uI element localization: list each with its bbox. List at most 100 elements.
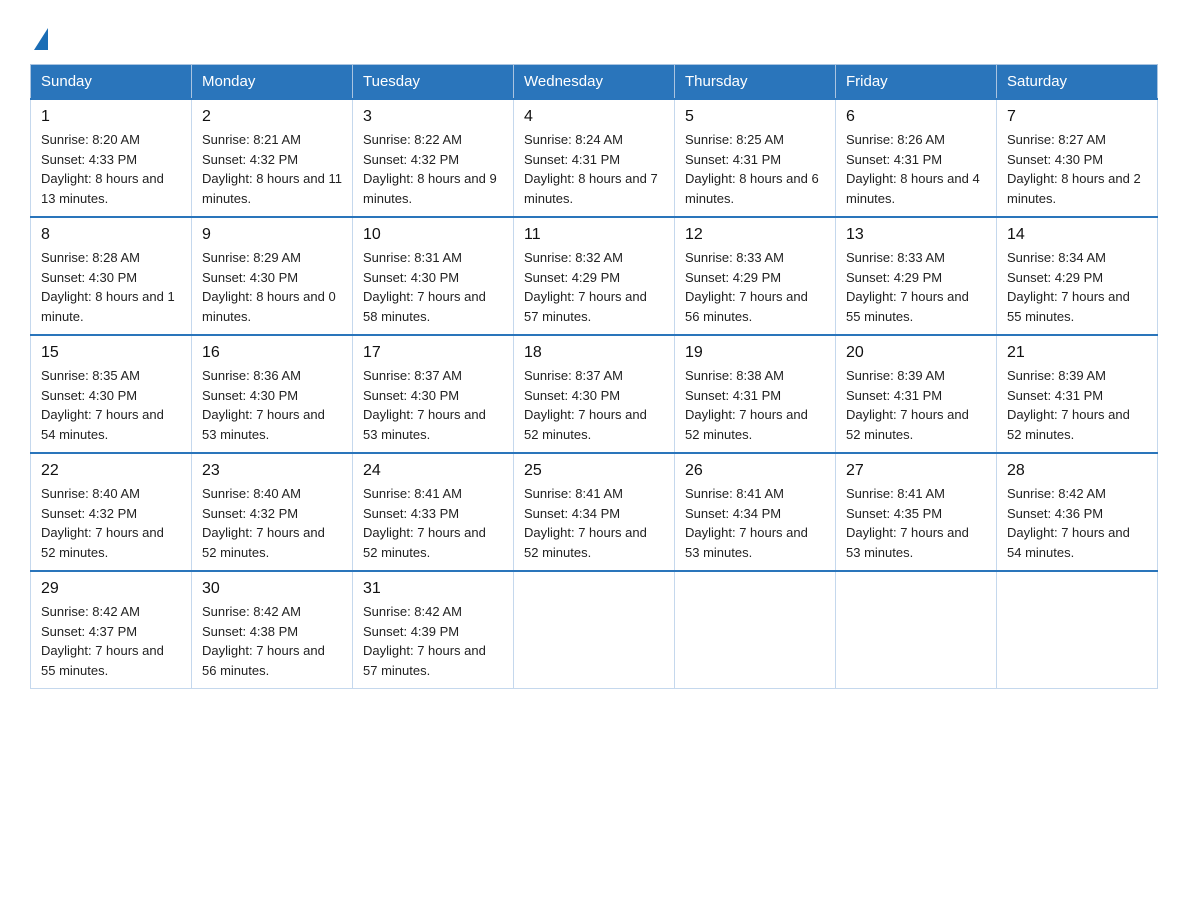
- logo: [30, 28, 48, 50]
- calendar-cell: 28 Sunrise: 8:42 AM Sunset: 4:36 PM Dayl…: [997, 453, 1158, 571]
- day-info: Sunrise: 8:21 AM Sunset: 4:32 PM Dayligh…: [202, 130, 342, 208]
- day-info: Sunrise: 8:31 AM Sunset: 4:30 PM Dayligh…: [363, 248, 503, 326]
- day-number: 31: [363, 580, 503, 598]
- day-info: Sunrise: 8:20 AM Sunset: 4:33 PM Dayligh…: [41, 130, 181, 208]
- day-number: 3: [363, 108, 503, 126]
- calendar-cell: 18 Sunrise: 8:37 AM Sunset: 4:30 PM Dayl…: [514, 335, 675, 453]
- day-info: Sunrise: 8:24 AM Sunset: 4:31 PM Dayligh…: [524, 130, 664, 208]
- day-number: 28: [1007, 462, 1147, 480]
- calendar-cell: [514, 571, 675, 689]
- day-number: 25: [524, 462, 664, 480]
- day-number: 21: [1007, 344, 1147, 362]
- day-info: Sunrise: 8:26 AM Sunset: 4:31 PM Dayligh…: [846, 130, 986, 208]
- weekday-header-row: SundayMondayTuesdayWednesdayThursdayFrid…: [31, 65, 1158, 100]
- week-row-3: 15 Sunrise: 8:35 AM Sunset: 4:30 PM Dayl…: [31, 335, 1158, 453]
- day-number: 24: [363, 462, 503, 480]
- day-info: Sunrise: 8:38 AM Sunset: 4:31 PM Dayligh…: [685, 366, 825, 444]
- calendar-cell: 13 Sunrise: 8:33 AM Sunset: 4:29 PM Dayl…: [836, 217, 997, 335]
- calendar-cell: 15 Sunrise: 8:35 AM Sunset: 4:30 PM Dayl…: [31, 335, 192, 453]
- calendar-cell: [997, 571, 1158, 689]
- day-info: Sunrise: 8:42 AM Sunset: 4:37 PM Dayligh…: [41, 602, 181, 680]
- day-number: 26: [685, 462, 825, 480]
- day-info: Sunrise: 8:37 AM Sunset: 4:30 PM Dayligh…: [524, 366, 664, 444]
- calendar-cell: [836, 571, 997, 689]
- weekday-header-thursday: Thursday: [675, 65, 836, 100]
- logo-triangle-icon: [34, 28, 48, 50]
- calendar-cell: 27 Sunrise: 8:41 AM Sunset: 4:35 PM Dayl…: [836, 453, 997, 571]
- calendar-cell: 10 Sunrise: 8:31 AM Sunset: 4:30 PM Dayl…: [353, 217, 514, 335]
- calendar-cell: 3 Sunrise: 8:22 AM Sunset: 4:32 PM Dayli…: [353, 99, 514, 217]
- calendar-cell: 4 Sunrise: 8:24 AM Sunset: 4:31 PM Dayli…: [514, 99, 675, 217]
- weekday-header-monday: Monday: [192, 65, 353, 100]
- day-number: 18: [524, 344, 664, 362]
- day-number: 12: [685, 226, 825, 244]
- calendar-cell: 31 Sunrise: 8:42 AM Sunset: 4:39 PM Dayl…: [353, 571, 514, 689]
- day-info: Sunrise: 8:25 AM Sunset: 4:31 PM Dayligh…: [685, 130, 825, 208]
- day-info: Sunrise: 8:42 AM Sunset: 4:36 PM Dayligh…: [1007, 484, 1147, 562]
- week-row-4: 22 Sunrise: 8:40 AM Sunset: 4:32 PM Dayl…: [31, 453, 1158, 571]
- day-number: 14: [1007, 226, 1147, 244]
- day-info: Sunrise: 8:34 AM Sunset: 4:29 PM Dayligh…: [1007, 248, 1147, 326]
- calendar-cell: 8 Sunrise: 8:28 AM Sunset: 4:30 PM Dayli…: [31, 217, 192, 335]
- day-number: 5: [685, 108, 825, 126]
- day-info: Sunrise: 8:42 AM Sunset: 4:39 PM Dayligh…: [363, 602, 503, 680]
- day-number: 8: [41, 226, 181, 244]
- day-number: 15: [41, 344, 181, 362]
- logo-blue-text: [30, 28, 48, 50]
- calendar-cell: 26 Sunrise: 8:41 AM Sunset: 4:34 PM Dayl…: [675, 453, 836, 571]
- day-number: 4: [524, 108, 664, 126]
- day-number: 6: [846, 108, 986, 126]
- calendar-cell: 24 Sunrise: 8:41 AM Sunset: 4:33 PM Dayl…: [353, 453, 514, 571]
- calendar-cell: 12 Sunrise: 8:33 AM Sunset: 4:29 PM Dayl…: [675, 217, 836, 335]
- weekday-header-friday: Friday: [836, 65, 997, 100]
- day-info: Sunrise: 8:37 AM Sunset: 4:30 PM Dayligh…: [363, 366, 503, 444]
- day-info: Sunrise: 8:28 AM Sunset: 4:30 PM Dayligh…: [41, 248, 181, 326]
- day-number: 23: [202, 462, 342, 480]
- day-number: 20: [846, 344, 986, 362]
- weekday-header-wednesday: Wednesday: [514, 65, 675, 100]
- week-row-2: 8 Sunrise: 8:28 AM Sunset: 4:30 PM Dayli…: [31, 217, 1158, 335]
- day-info: Sunrise: 8:41 AM Sunset: 4:34 PM Dayligh…: [524, 484, 664, 562]
- day-info: Sunrise: 8:22 AM Sunset: 4:32 PM Dayligh…: [363, 130, 503, 208]
- calendar-cell: 6 Sunrise: 8:26 AM Sunset: 4:31 PM Dayli…: [836, 99, 997, 217]
- day-info: Sunrise: 8:39 AM Sunset: 4:31 PM Dayligh…: [846, 366, 986, 444]
- day-info: Sunrise: 8:33 AM Sunset: 4:29 PM Dayligh…: [846, 248, 986, 326]
- calendar-cell: 11 Sunrise: 8:32 AM Sunset: 4:29 PM Dayl…: [514, 217, 675, 335]
- day-info: Sunrise: 8:40 AM Sunset: 4:32 PM Dayligh…: [41, 484, 181, 562]
- calendar-cell: [675, 571, 836, 689]
- calendar-cell: 22 Sunrise: 8:40 AM Sunset: 4:32 PM Dayl…: [31, 453, 192, 571]
- day-info: Sunrise: 8:41 AM Sunset: 4:34 PM Dayligh…: [685, 484, 825, 562]
- day-info: Sunrise: 8:40 AM Sunset: 4:32 PM Dayligh…: [202, 484, 342, 562]
- day-number: 7: [1007, 108, 1147, 126]
- calendar-cell: 16 Sunrise: 8:36 AM Sunset: 4:30 PM Dayl…: [192, 335, 353, 453]
- weekday-header-tuesday: Tuesday: [353, 65, 514, 100]
- calendar-cell: 29 Sunrise: 8:42 AM Sunset: 4:37 PM Dayl…: [31, 571, 192, 689]
- calendar-cell: 7 Sunrise: 8:27 AM Sunset: 4:30 PM Dayli…: [997, 99, 1158, 217]
- day-info: Sunrise: 8:27 AM Sunset: 4:30 PM Dayligh…: [1007, 130, 1147, 208]
- weekday-header-sunday: Sunday: [31, 65, 192, 100]
- calendar-cell: 9 Sunrise: 8:29 AM Sunset: 4:30 PM Dayli…: [192, 217, 353, 335]
- day-number: 30: [202, 580, 342, 598]
- day-info: Sunrise: 8:33 AM Sunset: 4:29 PM Dayligh…: [685, 248, 825, 326]
- day-info: Sunrise: 8:42 AM Sunset: 4:38 PM Dayligh…: [202, 602, 342, 680]
- calendar-cell: 19 Sunrise: 8:38 AM Sunset: 4:31 PM Dayl…: [675, 335, 836, 453]
- calendar-cell: 30 Sunrise: 8:42 AM Sunset: 4:38 PM Dayl…: [192, 571, 353, 689]
- day-info: Sunrise: 8:36 AM Sunset: 4:30 PM Dayligh…: [202, 366, 342, 444]
- day-info: Sunrise: 8:41 AM Sunset: 4:33 PM Dayligh…: [363, 484, 503, 562]
- calendar-cell: 2 Sunrise: 8:21 AM Sunset: 4:32 PM Dayli…: [192, 99, 353, 217]
- page-header: [30, 20, 1158, 50]
- calendar-cell: 25 Sunrise: 8:41 AM Sunset: 4:34 PM Dayl…: [514, 453, 675, 571]
- calendar-cell: 20 Sunrise: 8:39 AM Sunset: 4:31 PM Dayl…: [836, 335, 997, 453]
- week-row-5: 29 Sunrise: 8:42 AM Sunset: 4:37 PM Dayl…: [31, 571, 1158, 689]
- calendar-cell: 23 Sunrise: 8:40 AM Sunset: 4:32 PM Dayl…: [192, 453, 353, 571]
- day-info: Sunrise: 8:39 AM Sunset: 4:31 PM Dayligh…: [1007, 366, 1147, 444]
- week-row-1: 1 Sunrise: 8:20 AM Sunset: 4:33 PM Dayli…: [31, 99, 1158, 217]
- day-number: 13: [846, 226, 986, 244]
- day-info: Sunrise: 8:35 AM Sunset: 4:30 PM Dayligh…: [41, 366, 181, 444]
- day-number: 9: [202, 226, 342, 244]
- calendar-cell: 21 Sunrise: 8:39 AM Sunset: 4:31 PM Dayl…: [997, 335, 1158, 453]
- day-number: 16: [202, 344, 342, 362]
- day-number: 22: [41, 462, 181, 480]
- day-info: Sunrise: 8:32 AM Sunset: 4:29 PM Dayligh…: [524, 248, 664, 326]
- calendar-cell: 5 Sunrise: 8:25 AM Sunset: 4:31 PM Dayli…: [675, 99, 836, 217]
